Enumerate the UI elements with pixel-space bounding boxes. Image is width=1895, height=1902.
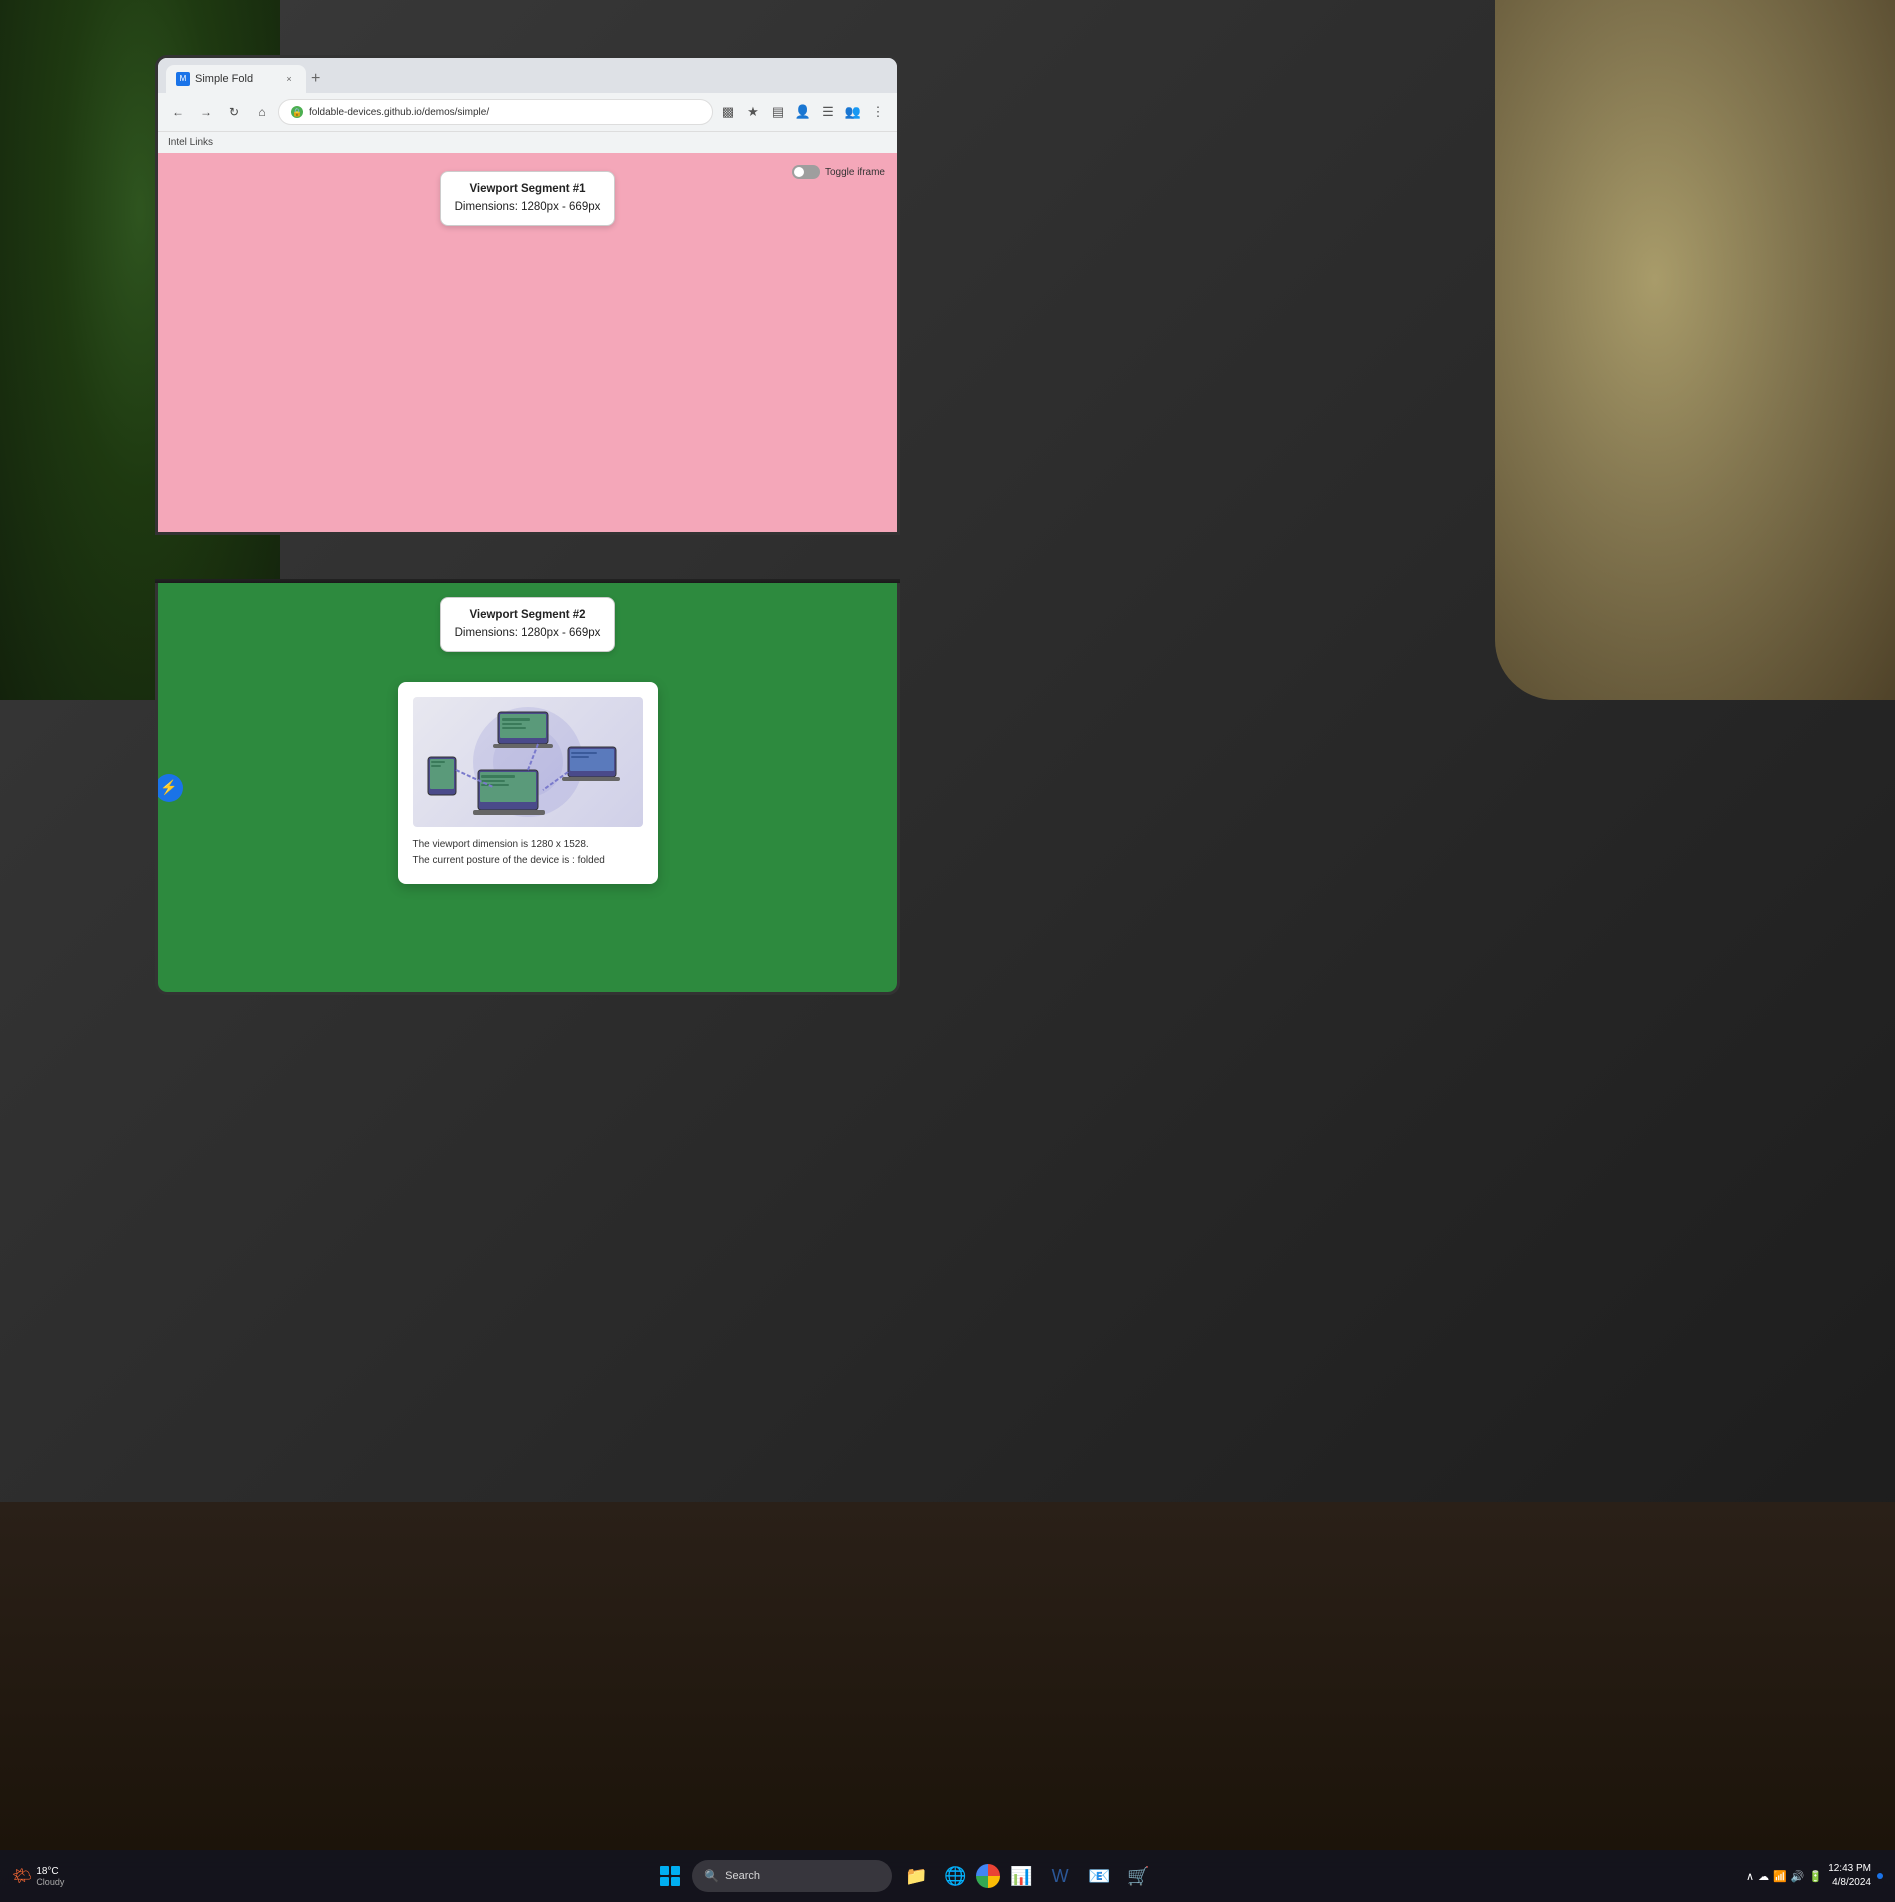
- taskbar-app-store[interactable]: 🛒: [1120, 1858, 1156, 1894]
- tab-close-button[interactable]: ×: [282, 72, 296, 86]
- content-card: The viewport dimension is 1280 x 1528. T…: [398, 682, 658, 884]
- cast-icon[interactable]: ▩: [717, 101, 739, 123]
- avatar-icon[interactable]: 👥: [842, 101, 864, 123]
- taskbar-right: ∧ ☁ 📶 🔊 🔋 12:43 PM 4/8/2024: [1746, 1862, 1883, 1890]
- new-tab-button[interactable]: +: [311, 70, 320, 88]
- tray-battery-icon: 🔋: [1808, 1870, 1822, 1883]
- weather-temp: 18°C: [36, 1866, 64, 1877]
- viewport2-info-container: Viewport Segment #2 Dimensions: 1280px -…: [158, 583, 897, 652]
- viewport2-dimensions: Dimensions: 1280px - 669px: [455, 624, 601, 642]
- viewport1-title: Viewport Segment #1: [455, 180, 601, 198]
- refresh-button[interactable]: ↻: [222, 100, 246, 124]
- weather-desc: Cloudy: [36, 1877, 64, 1887]
- toolbar-icons: ▩ ★ ▤ 👤 ☰ 👥 ⋮: [717, 101, 889, 123]
- taskbar-search[interactable]: 🔍 Search: [692, 1860, 892, 1892]
- taskbar-app-office[interactable]: 📊: [1003, 1858, 1039, 1894]
- home-button[interactable]: ⌂: [250, 100, 274, 124]
- browser-toolbar: ← → ↻ ⌂ 🔒 foldable-devices.github.io/dem…: [158, 93, 897, 131]
- back-button[interactable]: ←: [166, 100, 190, 124]
- win-logo-pane-2: [671, 1866, 680, 1875]
- viewport2-title: Viewport Segment #2: [455, 606, 601, 624]
- forward-button[interactable]: →: [194, 100, 218, 124]
- card-text: The viewport dimension is 1280 x 1528. T…: [413, 837, 643, 869]
- browser-tab[interactable]: M Simple Fold ×: [166, 65, 306, 93]
- toggle-iframe-control[interactable]: Toggle iframe: [792, 165, 885, 179]
- weather-icon: 🌤: [12, 1866, 32, 1886]
- taskbar-search-icon: 🔍: [704, 1869, 719, 1883]
- laptop-device: M Simple Fold × + ← → ↻ ⌂ 🔒 foldable-dev…: [155, 55, 900, 995]
- clock-time: 12:43 PM: [1828, 1862, 1871, 1876]
- bookmarks-item[interactable]: Intel Links: [168, 137, 213, 148]
- tab-favicon: M: [176, 72, 190, 86]
- card-line1: The viewport dimension is 1280 x 1528.: [413, 837, 643, 853]
- extensions-icon[interactable]: ▤: [767, 101, 789, 123]
- menu-icon[interactable]: ⋮: [867, 101, 889, 123]
- windows-logo: [660, 1866, 680, 1886]
- toggle-label: Toggle iframe: [825, 167, 885, 178]
- win-logo-pane-1: [660, 1866, 669, 1875]
- start-button[interactable]: [654, 1860, 686, 1892]
- upper-screen: M Simple Fold × + ← → ↻ ⌂ 🔒 foldable-dev…: [155, 55, 900, 535]
- card-line2: The current posture of the device is : f…: [413, 853, 643, 869]
- browser-chrome: M Simple Fold × + ← → ↻ ⌂ 🔒 foldable-dev…: [158, 58, 897, 153]
- taskbar-left: 🌤 18°C Cloudy: [12, 1866, 64, 1887]
- toggle-switch[interactable]: [792, 165, 820, 179]
- bookmarks-bar: Intel Links: [158, 131, 897, 153]
- card-image: [413, 697, 643, 827]
- taskbar-app-outlook[interactable]: 📧: [1081, 1858, 1117, 1894]
- tray-speaker-icon: 🔊: [1791, 1870, 1805, 1883]
- address-bar[interactable]: 🔒 foldable-devices.github.io/demos/simpl…: [278, 99, 713, 125]
- taskbar-apps: 📁 🌐 📊 W 📧 🛒: [898, 1858, 1156, 1894]
- viewport-pink-area: Viewport Segment #1 Dimensions: 1280px -…: [158, 153, 897, 535]
- yoda-decoration: [1495, 0, 1895, 700]
- taskbar-search-text: Search: [725, 1870, 760, 1882]
- viewport1-info-box: Viewport Segment #1 Dimensions: 1280px -…: [440, 171, 616, 226]
- win-logo-pane-4: [671, 1877, 680, 1886]
- taskbar-app-chrome[interactable]: [976, 1864, 1000, 1888]
- url-text: foldable-devices.github.io/demos/simple/: [309, 107, 489, 118]
- viewport2-info-box: Viewport Segment #2 Dimensions: 1280px -…: [440, 597, 616, 652]
- notification-indicator[interactable]: [1877, 1873, 1883, 1879]
- tab-title: Simple Fold: [195, 73, 253, 85]
- floating-icon: ⚡: [155, 774, 183, 802]
- tab-bar: M Simple Fold × +: [158, 58, 897, 93]
- system-clock: 12:43 PM 4/8/2024: [1828, 1862, 1871, 1890]
- viewport-green-area: Viewport Segment #2 Dimensions: 1280px -…: [158, 583, 897, 992]
- security-icon: 🔒: [291, 106, 303, 118]
- system-tray: ∧ ☁ 📶 🔊 🔋: [1746, 1870, 1822, 1883]
- lower-screen: Viewport Segment #2 Dimensions: 1280px -…: [155, 583, 900, 995]
- tray-wifi-icon: 📶: [1773, 1870, 1787, 1883]
- taskbar-app-word[interactable]: W: [1042, 1858, 1078, 1894]
- win-logo-pane-3: [660, 1877, 669, 1886]
- weather-info: 18°C Cloudy: [36, 1866, 64, 1887]
- clock-date: 4/8/2024: [1828, 1876, 1871, 1890]
- desk-surface: [0, 1502, 1895, 1902]
- profile-icon[interactable]: 👤: [792, 101, 814, 123]
- taskbar-center: 🔍 Search 📁 🌐 📊 W 📧 🛒: [68, 1858, 1742, 1894]
- tray-up-arrow[interactable]: ∧: [1746, 1870, 1754, 1883]
- tray-cloud-icon: ☁: [1758, 1870, 1769, 1883]
- sidebar-icon[interactable]: ☰: [817, 101, 839, 123]
- taskbar-app-files[interactable]: 📁: [898, 1858, 934, 1894]
- weather-widget: 🌤 18°C Cloudy: [12, 1866, 64, 1887]
- viewport1-dimensions: Dimensions: 1280px - 669px: [455, 198, 601, 216]
- card-illustration: [413, 702, 643, 822]
- bookmark-icon[interactable]: ★: [742, 101, 764, 123]
- taskbar-app-edge[interactable]: 🌐: [937, 1858, 973, 1894]
- taskbar: 🌤 18°C Cloudy 🔍 Search 📁 🌐: [0, 1850, 1895, 1902]
